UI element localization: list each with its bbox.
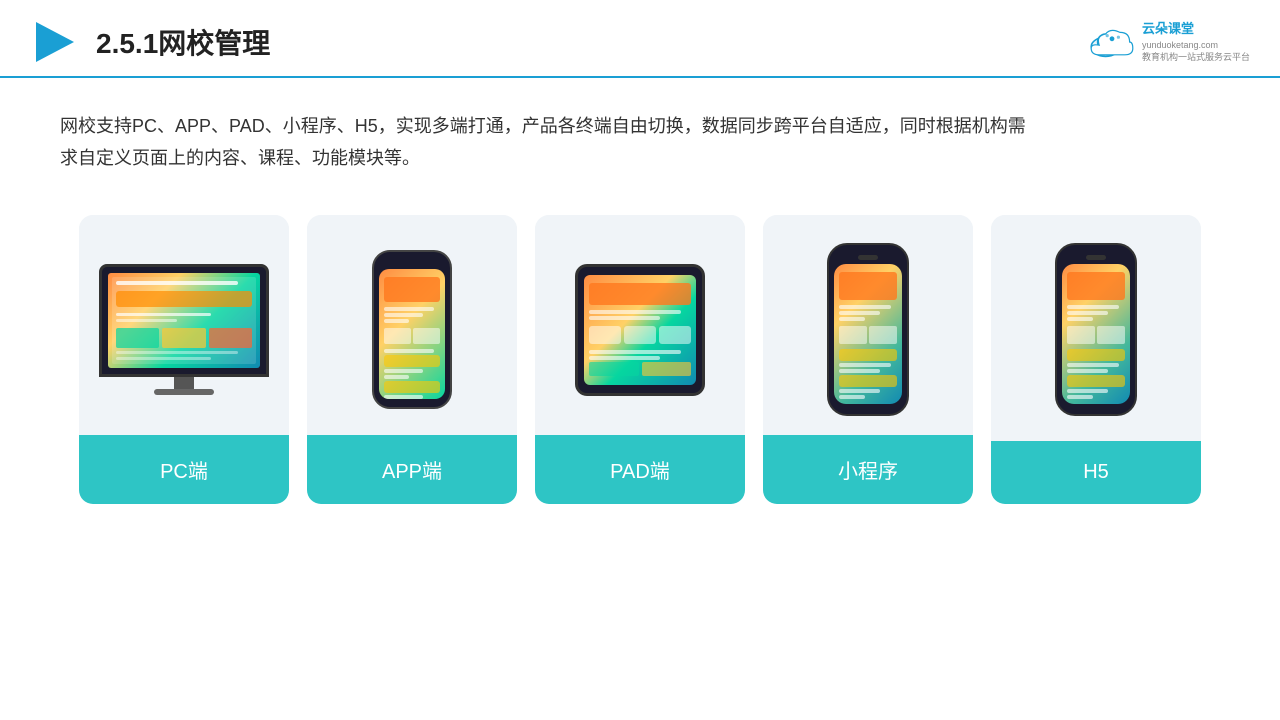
card-label-pad: PAD端 bbox=[535, 435, 745, 504]
description-text: 网校支持PC、APP、PAD、小程序、H5，实现多端打通，产品各终端自由切换，数… bbox=[0, 78, 1100, 185]
logo-icon bbox=[30, 18, 78, 66]
card-image-pad bbox=[535, 215, 745, 435]
card-h5: H5 bbox=[991, 215, 1201, 504]
card-miniapp: 小程序 bbox=[763, 215, 973, 504]
card-pc: PC端 bbox=[79, 215, 289, 504]
pc-monitor-icon bbox=[99, 264, 269, 395]
brand-text: 云朵课堂 yunduoketang.com 教育机构一站式服务云平台 bbox=[1142, 20, 1250, 63]
card-image-app bbox=[307, 215, 517, 435]
card-pad: PAD端 bbox=[535, 215, 745, 504]
cloud-logo-icon bbox=[1088, 24, 1136, 60]
card-image-pc bbox=[79, 215, 289, 435]
phone-miniapp-icon bbox=[827, 243, 909, 416]
phone-app-icon bbox=[372, 250, 452, 409]
brand-logo: 云朵课堂 yunduoketang.com 教育机构一站式服务云平台 bbox=[1088, 20, 1250, 63]
page-title: 2.5.1网校管理 bbox=[96, 22, 270, 62]
card-image-h5 bbox=[991, 215, 1201, 435]
page-header: 2.5.1网校管理 云朵课堂 yunduoketang.com 教育机构一站式服… bbox=[0, 0, 1280, 78]
pad-icon bbox=[575, 264, 705, 396]
card-label-app: APP端 bbox=[307, 435, 517, 504]
phone-h5-icon bbox=[1055, 243, 1137, 416]
card-label-pc: PC端 bbox=[79, 435, 289, 504]
card-label-h5: H5 bbox=[991, 441, 1201, 504]
device-cards: PC端 bbox=[0, 185, 1280, 504]
header-right: 云朵课堂 yunduoketang.com 教育机构一站式服务云平台 bbox=[1088, 20, 1250, 63]
header-left: 2.5.1网校管理 bbox=[30, 18, 270, 66]
card-image-miniapp bbox=[763, 215, 973, 435]
card-app: APP端 bbox=[307, 215, 517, 504]
card-label-miniapp: 小程序 bbox=[763, 435, 973, 504]
